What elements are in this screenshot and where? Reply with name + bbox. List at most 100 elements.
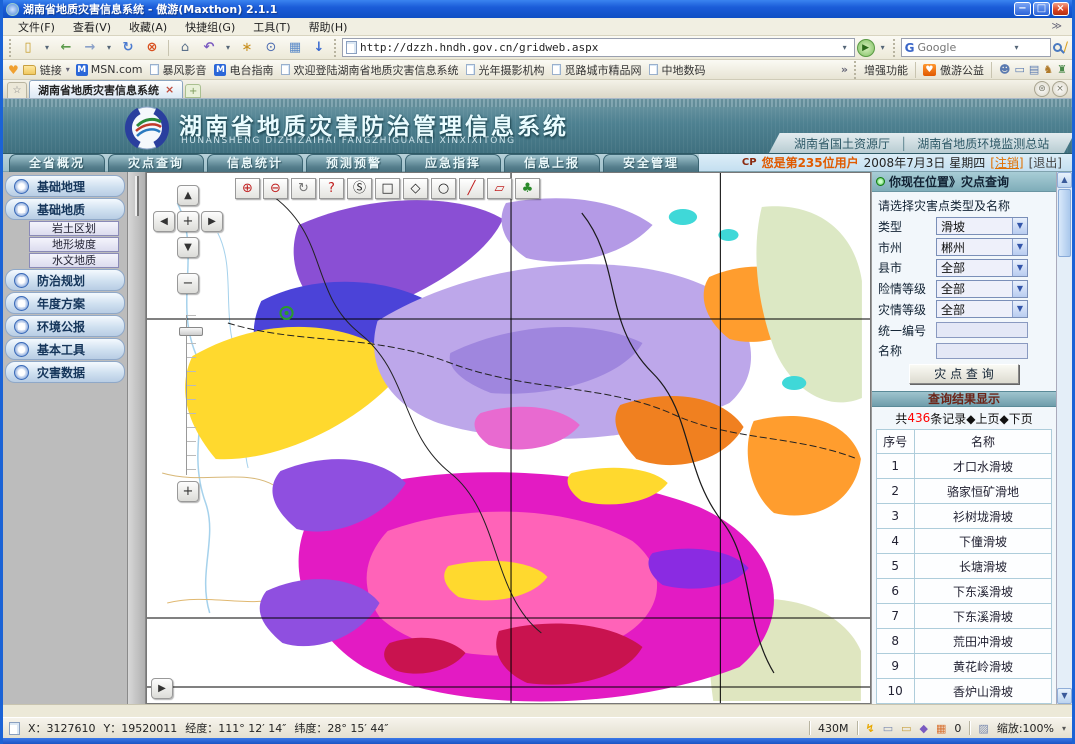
nav-tab-statistics[interactable]: 信息统计 [207, 154, 303, 172]
links-label[interactable]: 链接 [40, 62, 62, 78]
stop-icon[interactable]: ⊗ [141, 38, 163, 58]
menu-favorites[interactable]: 收藏(A) [120, 18, 176, 36]
search-input[interactable] [917, 41, 1007, 54]
nav-tab-forecast[interactable]: 预测预警 [306, 154, 402, 172]
menu-help[interactable]: 帮助(H) [300, 18, 357, 36]
table-row[interactable]: 3衫树垅滑坡 [876, 504, 1052, 529]
prev-page-link[interactable]: ◆上页 [966, 410, 999, 427]
scroll-up-icon[interactable]: ▲ [1057, 172, 1072, 188]
resize-page-icon[interactable]: ▨ [978, 722, 988, 735]
sidebar-item-base-geography[interactable]: » 基础地理 [5, 175, 125, 197]
zoom-slider-minus-icon[interactable]: − [177, 273, 199, 294]
pan-left-icon[interactable]: ◀ [153, 211, 175, 232]
go-dropdown-icon[interactable]: ▾ [877, 38, 889, 58]
search-icon[interactable] [1053, 43, 1062, 52]
measure-distance-icon[interactable]: ? [319, 178, 344, 199]
exit-link[interactable]: [退出] [1029, 154, 1062, 171]
link-radio[interactable]: M电台指南 [212, 62, 275, 78]
forward-icon[interactable]: → [79, 38, 101, 58]
notebook-icon[interactable]: ◆ [920, 722, 928, 735]
links-overflow-icon[interactable]: » [841, 63, 848, 76]
chevron-down-icon[interactable]: ▼ [1012, 239, 1027, 255]
unified-id-input[interactable] [936, 322, 1028, 338]
sidebar-sub-hydrogeology[interactable]: 水文地质 [29, 253, 119, 268]
eraser-icon[interactable]: ▱ [487, 178, 512, 199]
undo-icon[interactable]: ↶ [198, 38, 220, 58]
zoom-level[interactable]: 缩放:100% [997, 720, 1054, 736]
table-row[interactable]: 6下东溪滑坡 [876, 579, 1052, 604]
restore-button[interactable]: □ [1033, 2, 1050, 16]
zoom-slider-track[interactable] [186, 315, 196, 475]
snap-icon[interactable]: ▦ [284, 38, 306, 58]
sidebar-item-annual-plan[interactable]: ▤ 年度方案 [5, 292, 125, 314]
menu-file[interactable]: 文件(F) [9, 18, 64, 36]
scroll-thumb[interactable] [1058, 189, 1071, 257]
bookmark-icon[interactable]: ♞ [1043, 63, 1053, 76]
pan-up-icon[interactable]: ▲ [177, 185, 199, 206]
boost-icon[interactable]: ↯ [866, 722, 875, 735]
close-button[interactable]: × [1052, 2, 1069, 16]
scroll-down-icon[interactable]: ▼ [1057, 688, 1072, 704]
geological-map[interactable]: ⊕ ⊖ ↻ ? Ⓢ □ ◇ ○ ╱ ▱ ♣ ▲ ◀ + ▶ ▼ − [146, 172, 871, 704]
chevron-down-icon[interactable]: ▼ [1012, 281, 1027, 297]
minimize-button[interactable]: − [1014, 2, 1031, 16]
danger-level-select[interactable]: 全部 ▼ [936, 280, 1028, 298]
url-dropdown-icon[interactable]: ▾ [839, 38, 851, 58]
new-page-dropdown-icon[interactable]: ▾ [41, 38, 53, 58]
result-name[interactable]: 荒田冲滑坡 [914, 629, 1052, 654]
search-engine-dropdown-icon[interactable]: ▾ [1010, 38, 1022, 58]
history-icon[interactable]: ⊙ [260, 38, 282, 58]
splitter-handle[interactable] [135, 176, 139, 216]
disaster-level-select[interactable]: 全部 ▼ [936, 300, 1028, 318]
hotlink-icon[interactable]: ○ [431, 178, 456, 199]
sidebar-item-prevention-plan[interactable]: ⚒ 防治规划 [5, 269, 125, 291]
link-baofeng[interactable]: 暴风影音 [148, 62, 208, 78]
sidebar-item-disaster-data[interactable]: ◔ 灾害数据 [5, 361, 125, 383]
links-folder-icon[interactable] [23, 65, 36, 75]
notes-icon[interactable]: ▤ [1029, 63, 1039, 76]
sidebar-splitter[interactable] [128, 172, 146, 704]
result-name[interactable]: 衫树垅滑坡 [914, 504, 1052, 529]
full-extent-icon[interactable]: Ⓢ [347, 178, 372, 199]
sidebar-item-basic-tools[interactable]: ◍ 基本工具 [5, 338, 125, 360]
zoom-dropdown-icon[interactable]: ▾ [1062, 724, 1066, 733]
links-dropdown-icon[interactable]: ▾ [66, 65, 70, 74]
menu-tools[interactable]: 工具(T) [244, 18, 299, 36]
menu-view[interactable]: 查看(V) [64, 18, 120, 36]
link-land-resources[interactable]: 湖南省国土资源厅 [794, 135, 890, 152]
menu-groups[interactable]: 快捷组(G) [176, 18, 244, 36]
back-icon[interactable]: ← [55, 38, 77, 58]
result-name[interactable]: 下僮滑坡 [914, 529, 1052, 554]
magic-wand-icon[interactable]: ∗ [236, 38, 258, 58]
redraw-icon[interactable]: ↻ [291, 178, 316, 199]
folder-status-icon[interactable]: ▭ [901, 722, 911, 735]
table-row[interactable]: 10香炉山滑坡 [876, 679, 1052, 704]
result-name[interactable]: 黄花岭滑坡 [914, 654, 1052, 679]
panel-scrollbar[interactable]: ▲ ▼ [1056, 172, 1072, 704]
link-geo-monitoring[interactable]: 湖南省地质环境监测总站 [917, 135, 1049, 152]
tab-bar-close-icon[interactable]: × [1052, 81, 1068, 97]
charity-link[interactable]: 傲游公益 [940, 62, 984, 78]
result-name[interactable]: 下东溪滑坡 [914, 579, 1052, 604]
undo-dropdown-icon[interactable]: ▾ [222, 38, 234, 58]
home-icon[interactable]: ⌂ [174, 38, 196, 58]
table-row[interactable]: 7下东溪滑坡 [876, 604, 1052, 629]
nav-tab-report[interactable]: 信息上报 [504, 154, 600, 172]
pan-right-icon[interactable]: ▶ [201, 211, 223, 232]
link-city[interactable]: 觅路城市精品网 [550, 62, 643, 78]
nav-tab-security[interactable]: 安全管理 [603, 154, 699, 172]
window-icon[interactable]: ▭ [1014, 63, 1024, 76]
enhance-features-button[interactable]: 增强功能 [864, 62, 908, 78]
app-center-icon[interactable]: ♜ [1057, 63, 1067, 76]
table-row[interactable]: 1才口水滑坡 [876, 454, 1052, 479]
zoom-in-icon[interactable]: ⊕ [235, 178, 260, 199]
zoom-slider-handle[interactable] [179, 327, 203, 336]
zoom-out-icon[interactable]: ⊖ [263, 178, 288, 199]
link-zhongdi[interactable]: 中地数码 [647, 62, 707, 78]
zoom-slider-plus-icon[interactable]: + [177, 481, 199, 502]
next-page-link[interactable]: ◆下页 [999, 410, 1032, 427]
sidebar-sub-terrain-slope[interactable]: 地形坡度 [29, 237, 119, 252]
disaster-query-button[interactable]: 灾 点 查 询 [909, 364, 1019, 384]
download-icon[interactable]: ↓ [308, 38, 330, 58]
table-row[interactable]: 5长塘滑坡 [876, 554, 1052, 579]
